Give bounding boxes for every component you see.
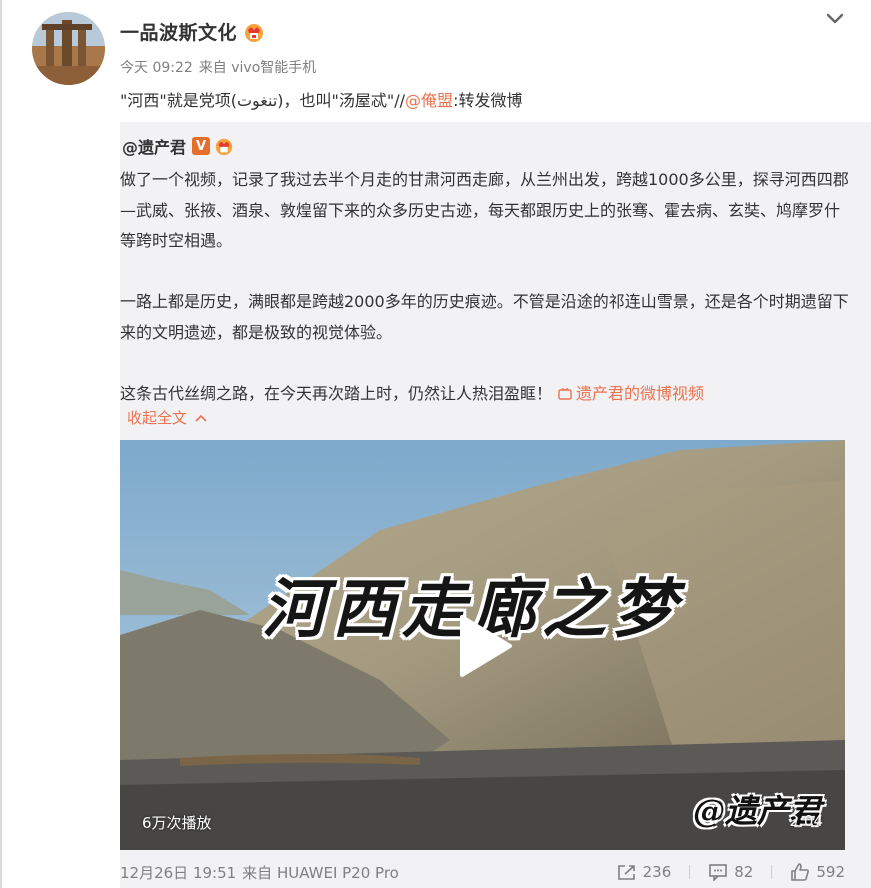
verified-v-icon: V bbox=[192, 137, 211, 155]
author-row: 一品波斯文化 bbox=[120, 18, 265, 45]
crown-icon bbox=[215, 138, 233, 156]
comment-count: 82 bbox=[734, 863, 754, 881]
video-player[interactable]: 河西走廊之梦 @遗产君 6万次播放 2:04 bbox=[120, 440, 845, 850]
collapse-button[interactable]: 收起全文 bbox=[127, 407, 207, 428]
retweet-author-row: @遗产君 V bbox=[122, 134, 234, 158]
retweet-meta: 12月26日 19:51 来自 HUAWEI P20 Pro bbox=[120, 862, 399, 883]
action-divider bbox=[689, 865, 691, 879]
retweet-paragraph-3: 这条古代丝绸之路，在今天再次踏上时，仍然让人热泪盈眶！ 遗产君的微博视频 bbox=[120, 379, 855, 410]
post-text-post: :转发微博 bbox=[453, 91, 523, 110]
author-name[interactable]: 一品波斯文化 bbox=[120, 18, 237, 45]
video-views: 6万次播放 bbox=[142, 814, 212, 832]
retweet-actions: 236 82 592 bbox=[599, 863, 845, 881]
retweet-source: 来自 HUAWEI P20 Pro bbox=[242, 863, 399, 882]
repost-button[interactable]: 236 bbox=[617, 863, 691, 881]
like-count: 592 bbox=[816, 863, 845, 881]
retweeted-post: @遗产君 V 做了一个视频，记录了我过去半个月走的甘肃河西走廊，从兰州出发，跨越… bbox=[120, 122, 871, 888]
chevron-up-icon bbox=[195, 414, 207, 422]
chevron-down-icon[interactable] bbox=[825, 12, 845, 26]
post-text-pre: "河西"就是党项(تنغوت)，也叫"汤屋忒"// bbox=[120, 91, 406, 110]
retweet-paragraph-2: 一路上都是历史，满眼都是跨越2000多年的历史痕迹。不管是沿途的祁连山雪景，还是… bbox=[120, 292, 849, 342]
retweet-body: 做了一个视频，记录了我过去半个月走的甘肃河西走廊，从兰州出发，跨越1000多公里… bbox=[120, 165, 855, 409]
retweet-footer: 12月26日 19:51 来自 HUAWEI P20 Pro 236 82 59… bbox=[120, 860, 845, 884]
video-duration: 2:04 bbox=[789, 812, 823, 830]
retweet-paragraph-1: 做了一个视频，记录了我过去半个月走的甘肃河西走廊，从兰州出发，跨越1000多公里… bbox=[120, 170, 849, 250]
repost-count: 236 bbox=[642, 863, 672, 881]
weibo-card: 一品波斯文化 今天 09:22 来自 vivo智能手机 "河西"就是党项(تنغو… bbox=[2, 0, 871, 888]
comment-icon bbox=[709, 864, 728, 881]
avatar[interactable] bbox=[32, 12, 105, 85]
repost-icon bbox=[617, 865, 635, 880]
retweet-time[interactable]: 12月26日 19:51 bbox=[120, 864, 236, 882]
retweet-paragraph-3-text: 这条古代丝绸之路，在今天再次踏上时，仍然让人热泪盈眶！ bbox=[120, 383, 553, 403]
like-button[interactable]: 592 bbox=[790, 863, 845, 881]
retweet-author[interactable]: @遗产君 bbox=[122, 134, 186, 158]
crown-icon bbox=[245, 23, 264, 42]
comment-button[interactable]: 82 bbox=[708, 863, 773, 881]
mention-link[interactable]: @俺盟 bbox=[405, 91, 453, 110]
video-link[interactable]: 遗产君的微博视频 bbox=[558, 384, 704, 403]
like-icon bbox=[791, 863, 810, 881]
post-source: 来自 vivo智能手机 bbox=[198, 60, 317, 76]
video-link-label: 遗产君的微博视频 bbox=[576, 383, 705, 403]
collapse-label: 收起全文 bbox=[127, 409, 188, 427]
post-meta: 今天 09:22 来自 vivo智能手机 bbox=[120, 57, 316, 77]
video-link-icon bbox=[558, 387, 572, 400]
post-text: "河西"就是党项(تنغوت)，也叫"汤屋忒"//@俺盟:转发微博 bbox=[120, 87, 522, 111]
post-time[interactable]: 今天 09:22 bbox=[120, 60, 193, 76]
action-divider bbox=[771, 865, 773, 879]
play-icon[interactable] bbox=[456, 613, 514, 679]
